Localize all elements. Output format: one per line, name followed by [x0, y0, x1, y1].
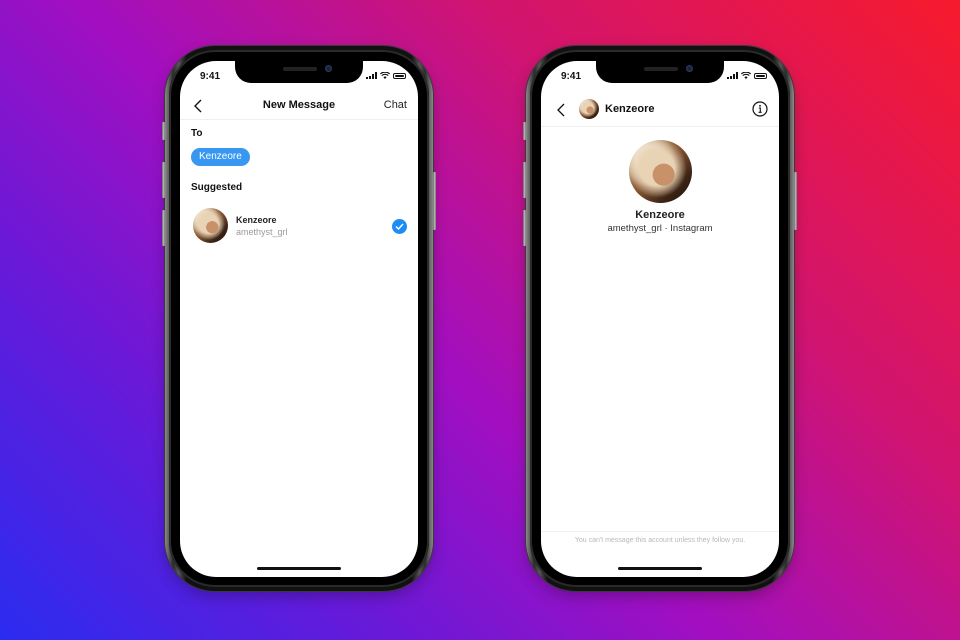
screen: 9:41 New Message Chat To Kenzeore Sugges…: [180, 61, 418, 577]
chat-contact-name[interactable]: Kenzeore: [605, 103, 655, 115]
status-time: 9:41: [561, 71, 582, 82]
phone-new-message: 9:41 New Message Chat To Kenzeore Sugges…: [162, 46, 436, 591]
info-icon[interactable]: [752, 101, 768, 117]
divider: [541, 531, 779, 532]
profile-avatar[interactable]: [629, 140, 692, 203]
signal-icon: [727, 72, 738, 79]
mute-switch: [162, 122, 165, 140]
volume-down-button: [162, 210, 165, 246]
recipient-chip[interactable]: Kenzeore: [191, 148, 250, 166]
message-restriction-note: You can't message this account unless th…: [574, 537, 746, 544]
status-time: 9:41: [200, 71, 221, 82]
mute-switch: [523, 122, 526, 140]
profile-name: Kenzeore: [635, 209, 685, 221]
notch: [596, 61, 724, 83]
phone-chat: 9:41 Kenzeore Kenzeore amethyst_grl · In…: [523, 46, 797, 591]
wifi-icon: [741, 72, 751, 79]
power-button: [433, 172, 436, 230]
volume-up-button: [523, 162, 526, 198]
suggested-heading: Suggested: [191, 182, 243, 193]
page-title: New Message: [262, 99, 336, 111]
suggested-list-item[interactable]: Kenzeore amethyst_grl: [191, 207, 407, 245]
checkmark-icon: [395, 223, 404, 230]
camera: [686, 65, 693, 72]
header-avatar[interactable]: [579, 99, 599, 119]
volume-down-button: [523, 210, 526, 246]
battery-icon: [393, 73, 406, 79]
chat-button[interactable]: Chat: [384, 99, 407, 111]
avatar: [193, 208, 228, 243]
speaker: [283, 67, 317, 71]
power-button: [794, 172, 797, 230]
home-indicator[interactable]: [618, 567, 702, 570]
selected-checkbox[interactable]: [392, 219, 407, 234]
contact-username: amethyst_grl: [236, 227, 288, 237]
to-label: To: [191, 128, 203, 139]
battery-icon: [754, 73, 767, 79]
camera: [325, 65, 332, 72]
screen: 9:41 Kenzeore Kenzeore amethyst_grl · In…: [541, 61, 779, 577]
speaker: [644, 67, 678, 71]
wifi-icon: [380, 72, 390, 79]
home-indicator[interactable]: [257, 567, 341, 570]
signal-icon: [366, 72, 377, 79]
chat-header: Kenzeore: [541, 93, 779, 127]
status-icons: [727, 72, 767, 79]
notch: [235, 61, 363, 83]
volume-up-button: [162, 162, 165, 198]
profile-subtitle: amethyst_grl · Instagram: [607, 223, 713, 234]
contact-name: Kenzeore: [236, 215, 277, 225]
chevron-left-icon[interactable]: [555, 102, 569, 118]
nav-bar: New Message Chat: [180, 93, 418, 120]
status-icons: [366, 72, 406, 79]
